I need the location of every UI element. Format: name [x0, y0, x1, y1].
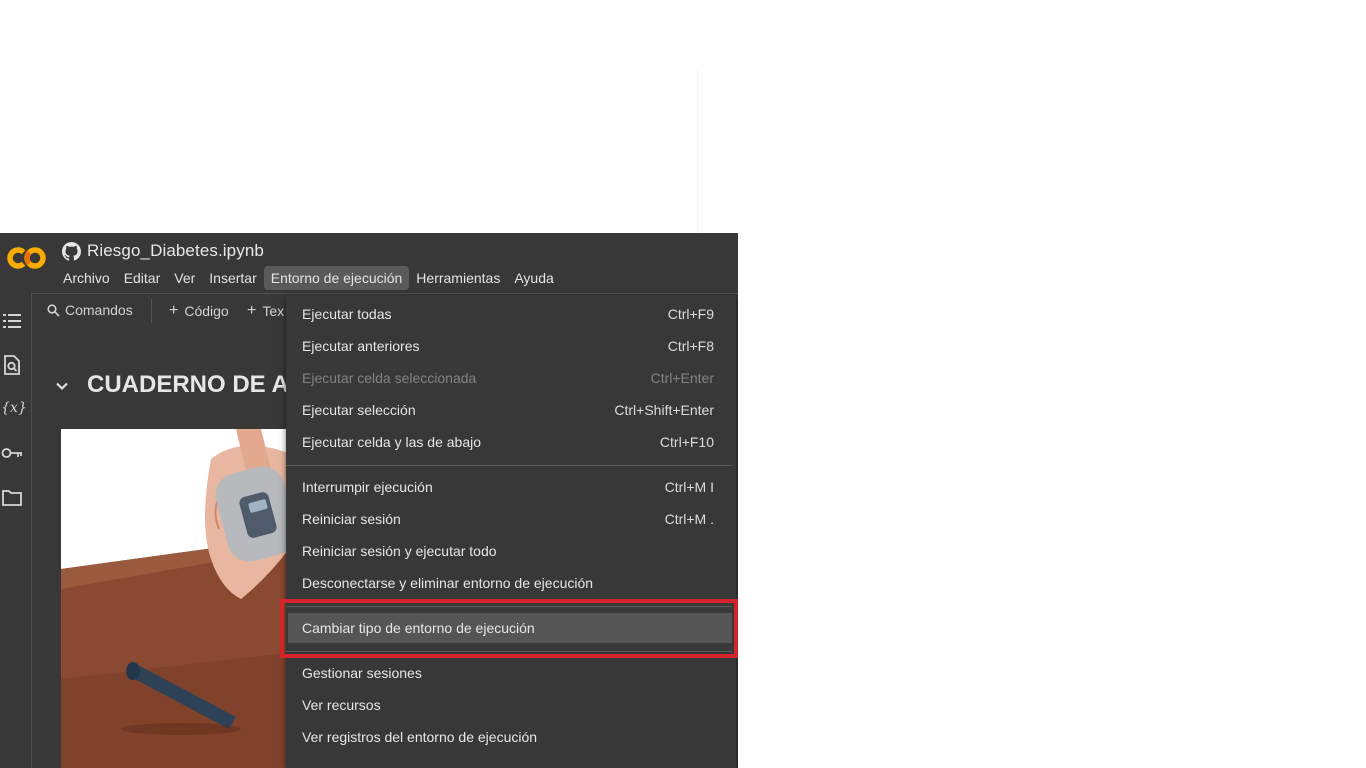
menu-editar[interactable]: Editar [117, 266, 168, 290]
menu-option-ejecutar-seleccion[interactable]: Ejecutar selección Ctrl+Shift+Enter [286, 394, 736, 426]
option-label: Ejecutar todas [302, 306, 392, 322]
toolbar-separator [151, 299, 152, 323]
menu-option-ejecutar-todas[interactable]: Ejecutar todas Ctrl+F9 [286, 298, 736, 330]
commands-label: Comandos [65, 302, 133, 318]
plus-icon: + [169, 302, 179, 319]
option-shortcut: Ctrl+M . [664, 511, 714, 527]
option-label: Ejecutar celda y las de abajo [302, 434, 481, 450]
menu-option-interrumpir-ejecucion[interactable]: Interrumpir ejecución Ctrl+M I [286, 471, 736, 503]
menu-ver[interactable]: Ver [167, 266, 202, 290]
option-shortcut: Ctrl+F8 [667, 338, 714, 354]
menu-option-reiniciar-sesion[interactable]: Reiniciar sesión Ctrl+M . [286, 503, 736, 535]
menu-option-ver-registros[interactable]: Ver registros del entorno de ejecución [286, 721, 736, 753]
option-shortcut: Ctrl+M I [664, 479, 714, 495]
variables-glyph: {x} [1, 400, 27, 416]
github-icon [62, 241, 81, 261]
menu-ayuda[interactable]: Ayuda [507, 266, 560, 290]
option-label: Ver registros del entorno de ejecución [302, 729, 538, 745]
notebook-title[interactable]: Riesgo_Diabetes.ipynb [87, 241, 264, 261]
plus-icon: + [247, 302, 257, 319]
menu-option-ejecutar-celda-seleccionada: Ejecutar celda seleccionada Ctrl+Enter [286, 362, 736, 394]
menu-herramientas[interactable]: Herramientas [409, 266, 507, 290]
option-label: Interrumpir ejecución [302, 479, 433, 495]
colab-header: Riesgo_Diabetes.ipynb Archivo Editar Ver… [0, 233, 738, 293]
option-label: Ejecutar selección [302, 402, 416, 418]
option-label: Ver recursos [302, 697, 381, 713]
variables-icon[interactable]: {x} [1, 397, 27, 419]
screenshot-page: Riesgo_Diabetes.ipynb Archivo Editar Ver… [0, 0, 1366, 768]
menu-archivo[interactable]: Archivo [56, 266, 117, 290]
search-icon [47, 303, 60, 317]
table-of-contents-icon[interactable] [1, 310, 23, 332]
option-label: Reiniciar sesión y ejecutar todo [302, 543, 497, 559]
background-divider [697, 70, 698, 233]
menu-option-desconectarse[interactable]: Desconectarse y eliminar entorno de ejec… [286, 567, 736, 599]
add-code-label: Código [184, 303, 229, 319]
menu-option-ejecutar-anteriores[interactable]: Ejecutar anteriores Ctrl+F8 [286, 330, 736, 362]
red-highlight-box [280, 599, 738, 658]
secrets-key-icon[interactable] [1, 442, 23, 464]
add-text-label: Tex [262, 303, 285, 319]
option-label: Desconectarse y eliminar entorno de ejec… [302, 575, 594, 591]
menubar: Archivo Editar Ver Insertar Entorno de e… [56, 266, 561, 290]
option-shortcut: Ctrl+Enter [650, 370, 714, 386]
colab-logo-icon[interactable] [4, 243, 48, 273]
option-shortcut: Ctrl+F9 [667, 306, 714, 322]
section-heading: CUADERNO DE A [87, 371, 289, 398]
add-text-button[interactable]: + Tex [247, 302, 284, 320]
option-shortcut: Ctrl+Shift+Enter [614, 402, 714, 418]
menu-option-ejecutar-celda-y-abajo[interactable]: Ejecutar celda y las de abajo Ctrl+F10 [286, 426, 736, 458]
collapse-chevron-icon[interactable] [54, 378, 70, 394]
menu-separator [286, 465, 732, 466]
runtime-dropdown-menu: Ejecutar todas Ctrl+F9 Ejecutar anterior… [286, 295, 736, 768]
add-code-button[interactable]: + Código [169, 302, 229, 320]
menu-insertar[interactable]: Insertar [202, 266, 263, 290]
files-folder-icon[interactable] [1, 486, 23, 508]
option-label: Reiniciar sesión [302, 511, 401, 527]
commands-button[interactable]: Comandos [47, 302, 133, 318]
option-shortcut: Ctrl+F10 [659, 434, 714, 450]
menu-entorno-ejecucion[interactable]: Entorno de ejecución [263, 266, 410, 290]
colab-window: Riesgo_Diabetes.ipynb Archivo Editar Ver… [0, 233, 738, 768]
left-sidebar: {x} [0, 293, 32, 768]
menu-option-reiniciar-y-ejecutar[interactable]: Reiniciar sesión y ejecutar todo [286, 535, 736, 567]
option-label: Gestionar sesiones [302, 665, 422, 681]
option-label: Ejecutar anteriores [302, 338, 420, 354]
option-label: Ejecutar celda seleccionada [302, 370, 477, 386]
menu-option-gestionar-sesiones[interactable]: Gestionar sesiones [286, 657, 736, 689]
notebook-title-row: Riesgo_Diabetes.ipynb [62, 240, 264, 262]
menu-option-ver-recursos[interactable]: Ver recursos [286, 689, 736, 721]
find-replace-icon[interactable] [1, 354, 23, 376]
